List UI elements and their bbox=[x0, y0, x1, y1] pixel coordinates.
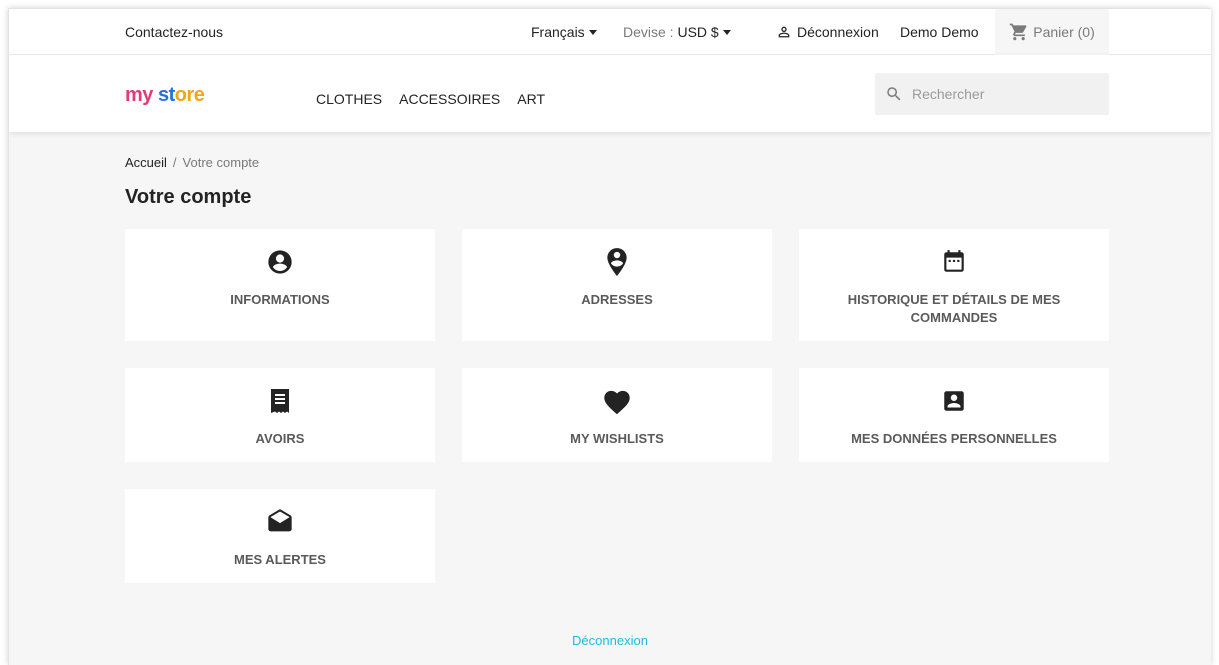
tile-informations[interactable]: Informations bbox=[125, 229, 435, 341]
site-header: my store Clothes Accessoires Art bbox=[9, 55, 1211, 132]
cart-label: Panier (0) bbox=[1033, 24, 1095, 40]
main-menu: Clothes Accessoires Art bbox=[316, 91, 545, 107]
logo-part: my bbox=[125, 84, 153, 106]
tile-label: Historique et détails de mes commandes bbox=[847, 292, 1061, 325]
calendar-icon bbox=[944, 250, 964, 272]
cart-icon bbox=[1010, 23, 1027, 41]
footer-logout-link[interactable]: Déconnexion bbox=[9, 633, 1211, 648]
store-logo[interactable]: my store bbox=[125, 84, 205, 107]
tile-order-history[interactable]: Historique et détails de mes commandes bbox=[799, 229, 1109, 341]
breadcrumb: Accueil / Votre compte bbox=[125, 155, 259, 170]
menu-item-art[interactable]: Art bbox=[517, 91, 545, 107]
search-icon[interactable] bbox=[885, 85, 903, 103]
caret-down-icon bbox=[722, 29, 731, 35]
breadcrumb-current: Votre compte bbox=[182, 155, 260, 170]
logout-label: Déconnexion bbox=[797, 24, 879, 40]
currency-label: Devise : bbox=[623, 24, 674, 40]
tile-label: Avoirs bbox=[255, 431, 305, 446]
tile-wishlists[interactable]: My wishlists bbox=[462, 368, 772, 462]
caret-down-icon bbox=[588, 29, 597, 35]
location-pin-icon bbox=[607, 248, 627, 276]
tile-label: Mes données personnelles bbox=[851, 431, 1057, 446]
tile-label: My wishlists bbox=[570, 431, 664, 446]
language-value: Français bbox=[531, 24, 585, 40]
tile-label: Informations bbox=[230, 292, 330, 307]
account-link[interactable]: Demo Demo bbox=[900, 24, 979, 40]
page-frame: Contactez-nous Français Devise : USD $ D… bbox=[8, 8, 1211, 665]
logo-part: ore bbox=[174, 84, 205, 106]
heart-icon bbox=[604, 390, 630, 415]
page-title: Votre compte bbox=[125, 186, 252, 208]
search-box bbox=[875, 73, 1109, 115]
logout-link[interactable]: Déconnexion bbox=[776, 24, 879, 40]
currency-selector[interactable]: Devise : USD $ bbox=[623, 24, 731, 40]
tile-label: Adresses bbox=[581, 292, 653, 307]
account-box-icon bbox=[944, 391, 964, 411]
search-input[interactable] bbox=[912, 86, 1092, 102]
cart-button[interactable]: Panier (0) bbox=[995, 9, 1109, 55]
menu-item-clothes[interactable]: Clothes bbox=[316, 91, 382, 107]
contact-link[interactable]: Contactez-nous bbox=[125, 24, 223, 40]
tile-avoirs[interactable]: Avoirs bbox=[125, 368, 435, 462]
tile-label: Mes alertes bbox=[234, 552, 326, 567]
logo-part: st bbox=[157, 84, 175, 106]
envelope-open-icon bbox=[268, 509, 292, 532]
tile-alertes[interactable]: Mes alertes bbox=[125, 489, 435, 583]
menu-item-accessoires[interactable]: Accessoires bbox=[399, 91, 500, 107]
top-nav: Contactez-nous Français Devise : USD $ D… bbox=[9, 9, 1211, 55]
tile-adresses[interactable]: Adresses bbox=[462, 229, 772, 341]
tile-personal-data[interactable]: Mes données personnelles bbox=[799, 368, 1109, 462]
breadcrumb-home[interactable]: Accueil bbox=[125, 155, 167, 170]
user-icon bbox=[778, 26, 790, 38]
language-selector[interactable]: Français bbox=[531, 24, 597, 40]
receipt-icon bbox=[271, 389, 289, 413]
account-circle-icon bbox=[268, 250, 292, 274]
breadcrumb-separator: / bbox=[172, 155, 177, 170]
currency-value: USD $ bbox=[677, 24, 719, 40]
